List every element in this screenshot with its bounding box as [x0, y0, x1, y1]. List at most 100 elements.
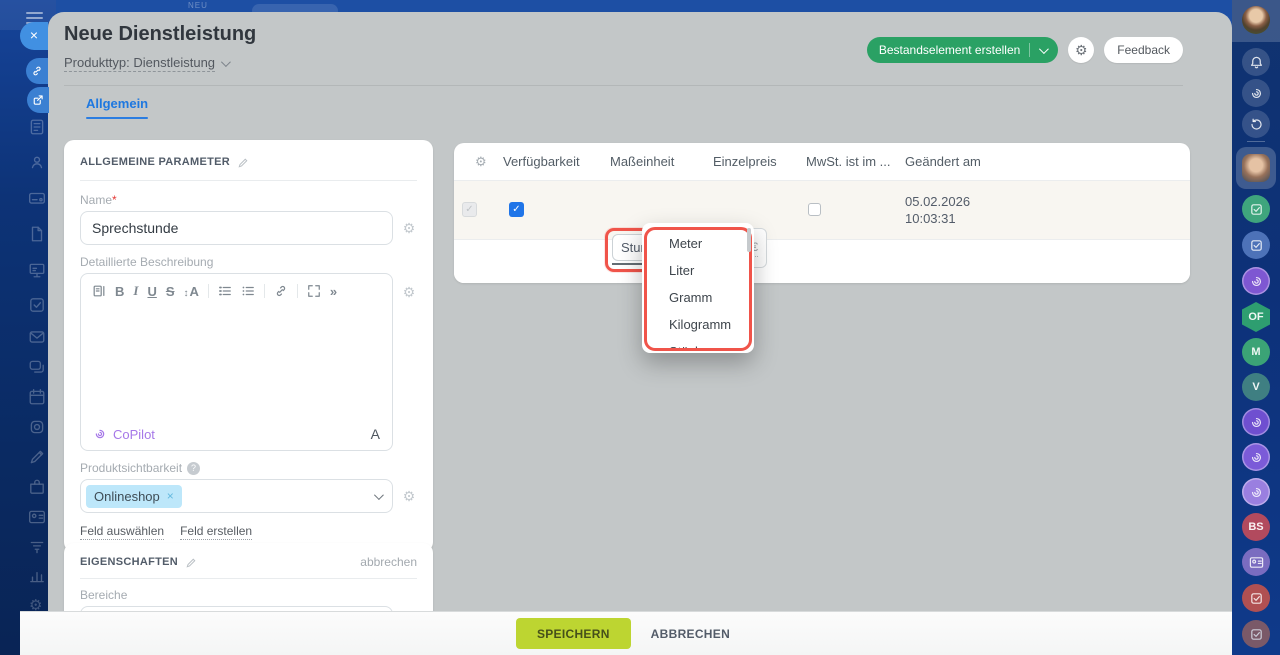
section-cancel-link[interactable]: abbrechen [360, 555, 417, 569]
badge-bs[interactable]: BS [1242, 513, 1270, 541]
feedback-button[interactable]: Feedback [1104, 37, 1183, 63]
dropdown-option-gramm[interactable]: Gramm [647, 284, 749, 311]
font-badge[interactable]: A [371, 426, 380, 442]
description-label: Detaillierte Beschreibung [80, 255, 214, 269]
italic-icon[interactable]: I [133, 283, 138, 299]
badge-m[interactable]: M [1242, 338, 1270, 366]
sidebar-item-board[interactable] [28, 261, 46, 279]
sidebar-item-video[interactable] [28, 418, 46, 436]
file-icon [31, 226, 43, 242]
profile-avatar[interactable] [1242, 6, 1270, 34]
sidebar-item-funnel[interactable] [28, 538, 46, 556]
tasks-green-button[interactable] [1242, 195, 1270, 223]
variants-table: Verfügbarkeit Maßeinheit Einzelpreis MwS… [454, 143, 1190, 283]
name-input[interactable]: Sprechstunde [80, 211, 393, 245]
editor-body[interactable] [81, 308, 392, 418]
help-icon[interactable] [187, 461, 201, 475]
sidebar-item-feed[interactable] [28, 118, 46, 136]
sidebar-divider [1247, 141, 1265, 142]
vat-included-checkbox[interactable] [808, 203, 821, 216]
open-new-tab-button[interactable] [27, 87, 49, 113]
copilot-chat-button[interactable] [1242, 478, 1270, 506]
close-slider-button[interactable] [20, 22, 48, 50]
sidebar-item-docs[interactable] [28, 225, 46, 243]
tasks-red-button[interactable] [1242, 584, 1270, 612]
strikethrough-icon[interactable]: S [166, 284, 175, 299]
underline-icon[interactable]: U [147, 284, 156, 299]
field-gear-icon[interactable]: ⚙ [401, 211, 417, 245]
cancel-button[interactable]: ABBRECHEN [645, 627, 736, 641]
tasks-blue-button[interactable] [1242, 231, 1270, 259]
active-user-avatar[interactable] [1236, 147, 1276, 189]
history-button[interactable] [1242, 110, 1270, 138]
sidebar-item-collab[interactable] [28, 153, 46, 171]
edit-pencil-icon[interactable] [237, 156, 249, 168]
section-title: ALLGEMEINE PARAMETER [80, 156, 231, 168]
bold-icon[interactable]: B [115, 284, 124, 299]
id-card-icon [29, 510, 45, 524]
create-inventory-button[interactable]: Bestandselement erstellen [866, 37, 1059, 63]
copilot-button[interactable]: CoPilot [93, 427, 155, 442]
id-card-icon [1249, 556, 1263, 568]
field-create-link[interactable]: Feld erstellen [180, 524, 253, 540]
general-parameters-card: ALLGEMEINE PARAMETER Name* Sprechstunde … [64, 140, 433, 552]
sidebar-item-crm[interactable] [28, 189, 46, 207]
external-link-icon [33, 95, 43, 105]
description-editor[interactable]: B I U S A » [80, 273, 393, 451]
copy-link-button[interactable] [26, 58, 48, 84]
sidebar-item-mail[interactable] [28, 328, 46, 346]
more-tools-icon[interactable]: » [330, 284, 337, 299]
expand-icon[interactable] [307, 284, 321, 298]
dropdown-option-stueck[interactable]: Stück [647, 338, 749, 348]
tasks-muted-button[interactable] [1242, 620, 1270, 648]
remove-tag-icon[interactable] [167, 489, 174, 503]
copilot-icon [1251, 276, 1261, 286]
product-type-selector[interactable]: Produkttyp: Dienstleistung [64, 55, 231, 72]
edit-pencil-icon[interactable] [185, 556, 197, 568]
people-icon [31, 156, 43, 169]
col-geaendert-am: Geändert am [905, 154, 981, 169]
pen-icon [30, 450, 44, 464]
availability-checkbox[interactable] [509, 202, 524, 217]
field-gear-icon[interactable]: ⚙ [401, 273, 417, 311]
dropdown-scrollbar[interactable] [747, 228, 751, 252]
bullet-list-icon[interactable] [241, 284, 255, 298]
settings-gear-button[interactable]: ⚙ [1068, 37, 1095, 63]
link-icon [33, 66, 41, 76]
dropdown-option-meter[interactable]: Meter [647, 230, 749, 257]
field-gear-icon[interactable]: ⚙ [401, 479, 417, 513]
copilot-icon [1251, 88, 1261, 98]
link-icon[interactable] [274, 284, 288, 298]
copilot-chat-button[interactable] [1242, 443, 1270, 471]
format-block-icon[interactable] [92, 284, 106, 298]
copilot-chat-button[interactable] [1242, 408, 1270, 436]
dropdown-option-liter[interactable]: Liter [647, 257, 749, 284]
visibility-tag: Onlineshop [86, 484, 182, 508]
col-masseinheit: Maßeinheit [610, 154, 675, 169]
camera-icon [30, 420, 44, 434]
col-mwst: MwSt. ist im ... [806, 154, 891, 169]
copilot-button[interactable] [1242, 79, 1270, 107]
save-button[interactable]: SPEICHERN [515, 618, 631, 649]
font-size-icon[interactable]: A [184, 284, 199, 299]
table-settings-gear-icon[interactable] [475, 143, 487, 180]
copilot-chat-button[interactable] [1242, 267, 1270, 295]
badge-of[interactable]: OF [1242, 302, 1270, 332]
notifications-bell-button[interactable] [1242, 48, 1270, 76]
badge-v[interactable]: V [1242, 373, 1270, 401]
sidebar-item-contacts[interactable] [28, 508, 46, 526]
tab-allgemein[interactable]: Allgemein [86, 96, 148, 119]
sidebar-item-sign[interactable] [28, 448, 46, 466]
col-verfuegbarkeit: Verfügbarkeit [503, 154, 580, 169]
field-select-link[interactable]: Feld auswählen [80, 524, 165, 540]
contact-card-button[interactable] [1242, 548, 1270, 576]
sidebar-item-market[interactable] [28, 478, 46, 496]
sidebar-item-calendar[interactable] [28, 388, 46, 406]
ordered-list-icon[interactable] [218, 284, 232, 298]
dropdown-option-kilogramm[interactable]: Kilogramm [647, 311, 749, 338]
sidebar-item-chat[interactable] [28, 358, 46, 376]
sidebar-item-reports[interactable] [28, 567, 46, 585]
sidebar-item-tasks[interactable] [28, 296, 46, 314]
copilot-icon [1251, 487, 1261, 497]
visibility-select[interactable]: Onlineshop [80, 479, 393, 513]
